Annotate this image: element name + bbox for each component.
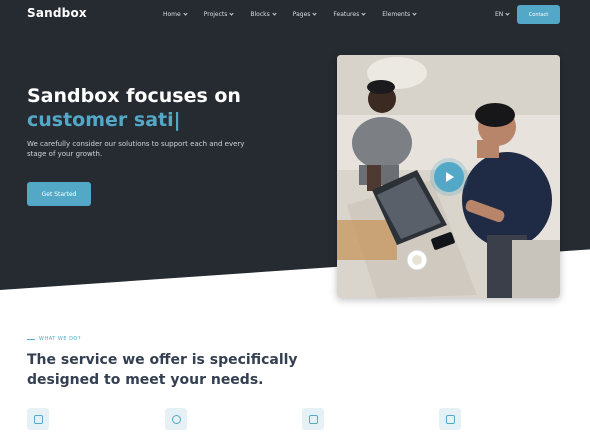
chevron-down-icon [361,11,366,16]
nav-item-blocks[interactable]: Blocks [250,11,277,18]
play-video-button[interactable] [434,162,464,192]
hero-lead-text: We carefully consider our solutions to s… [27,140,245,158]
language-switcher[interactable]: EN [495,11,510,18]
logo[interactable]: Sandbox [27,6,87,20]
nav-item-projects[interactable]: Projects [204,11,234,18]
nav-item-label: Pages [292,11,311,18]
get-started-button[interactable]: Get Started [27,182,91,206]
nav-item-features[interactable]: Features [333,11,366,18]
chevron-down-icon [183,11,188,16]
hero-headline-typed-line: customer sati| [27,109,181,131]
chevron-down-icon [412,11,417,16]
target-icon [171,414,181,424]
play-icon [446,172,454,182]
nav-item-label: Features [333,11,360,18]
nav-item-label: Blocks [250,11,270,18]
hero-headline: Sandbox focuses on customer sati| [27,84,241,132]
top-navbar: Sandbox Home Projects Blocks Pages Featu… [0,0,590,30]
feature-shield-icon [27,408,49,430]
eyebrow-dash [27,338,35,340]
chevron-down-icon [272,11,277,16]
nav-item-pages[interactable]: Pages [292,11,318,18]
shield-icon [33,414,43,424]
section-eyebrow: WHAT WE DO? [27,336,81,342]
nav-item-label: Elements [382,11,411,18]
devices-icon [445,414,455,424]
nav-item-elements[interactable]: Elements [382,11,417,18]
nav-item-home[interactable]: Home [163,11,188,18]
chevron-down-icon [505,11,510,16]
feature-chart-icon [302,408,324,430]
chevron-down-icon [229,11,234,16]
main-menu: Home Projects Blocks Pages Features Elem… [163,11,433,18]
chevron-down-icon [312,11,318,16]
chart-icon [308,414,318,424]
hero-headline-line1: Sandbox focuses on [27,85,241,107]
eyebrow-label: WHAT WE DO? [39,336,82,342]
feature-target-icon [165,408,187,430]
section-title-line2: designed to meet your needs. [27,372,264,388]
nav-item-label: Home [163,11,181,18]
language-label: EN [495,11,504,18]
section-title-line1: The service we offer is specifically [27,352,298,368]
contact-button[interactable]: Contact [517,5,560,24]
nav-item-label: Projects [203,11,228,18]
section-title: The service we offer is specifically des… [27,350,327,390]
feature-devices-icon [439,408,461,430]
